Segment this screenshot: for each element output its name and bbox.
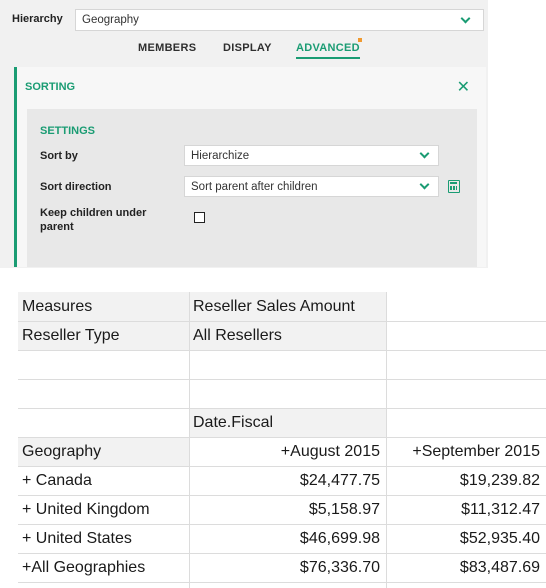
gridline	[386, 292, 387, 588]
column-header-cell[interactable]: +September 2015	[386, 437, 546, 466]
empty-cell[interactable]	[386, 408, 546, 437]
hierarchy-settings-panel: Hierarchy Geography MEMBERS DISPLAY ADVA…	[0, 0, 488, 268]
reseller-type-row: Reseller Type All Resellers	[18, 321, 546, 350]
tab-members[interactable]: MEMBERS	[138, 42, 196, 54]
settings-title: SETTINGS	[40, 125, 96, 137]
value-cell[interactable]: $83,487.69	[386, 553, 546, 582]
value-cell[interactable]: $46,699.98	[189, 524, 386, 553]
close-icon[interactable]: ✕	[457, 77, 470, 97]
gridline	[18, 582, 546, 583]
gridline	[18, 437, 546, 438]
value-cell[interactable]: $11,312.47	[386, 495, 546, 524]
change-indicator-dot	[358, 38, 362, 42]
chevron-down-icon	[419, 148, 430, 159]
hierarchy-select[interactable]: Geography	[75, 9, 484, 31]
empty-row	[18, 379, 546, 408]
empty-cell[interactable]	[386, 292, 546, 321]
measures-value-cell[interactable]: Reseller Sales Amount	[189, 292, 386, 321]
row-header-cell[interactable]: + United States	[18, 524, 189, 553]
value-cell[interactable]: $24,477.75	[189, 466, 386, 495]
row-header-cell[interactable]: + Canada	[18, 466, 189, 495]
gridline	[189, 292, 190, 588]
gridline	[18, 321, 546, 322]
empty-cell[interactable]	[189, 379, 386, 408]
empty-cell[interactable]	[386, 379, 546, 408]
calculator-icon[interactable]	[448, 180, 460, 193]
empty-cell[interactable]	[386, 321, 546, 350]
column-header-row: Geography +August 2015 +September 2015	[18, 437, 546, 466]
row-header-cell[interactable]: + United Kingdom	[18, 495, 189, 524]
table-row: + Canada $24,477.75 $19,239.82	[18, 466, 546, 495]
sort-direction-select[interactable]: Sort parent after children	[184, 176, 439, 197]
value-cell[interactable]: $52,935.40	[386, 524, 546, 553]
chevron-down-icon	[419, 179, 430, 190]
column-dimension-row: Date.Fiscal	[18, 408, 546, 437]
gridline	[18, 495, 546, 496]
gridline	[18, 553, 546, 554]
chevron-down-icon	[460, 13, 471, 24]
sort-by-select[interactable]: Hierarchize	[184, 145, 439, 166]
column-header-cell[interactable]: +August 2015	[189, 437, 386, 466]
reseller-type-value-cell[interactable]: All Resellers	[189, 321, 386, 350]
empty-cell[interactable]	[189, 350, 386, 379]
sorting-title: SORTING	[25, 81, 76, 93]
empty-row	[18, 350, 546, 379]
tab-display[interactable]: DISPLAY	[223, 42, 272, 54]
empty-cell[interactable]	[386, 350, 546, 379]
keep-children-label: Keep children under parent	[40, 207, 147, 233]
measures-row: Measures Reseller Sales Amount	[18, 292, 546, 321]
gridline	[18, 524, 546, 525]
table-row: + United States $46,699.98 $52,935.40	[18, 524, 546, 553]
gridline	[18, 379, 546, 380]
hierarchy-row: Hierarchy Geography	[8, 9, 484, 31]
sort-by-label: Sort by	[40, 150, 78, 162]
empty-cell[interactable]	[18, 379, 189, 408]
sort-direction-value: Sort parent after children	[191, 181, 318, 193]
hierarchy-label: Hierarchy	[12, 13, 63, 25]
sorting-section: SORTING ✕ SETTINGS Sort by Hierarchize S…	[14, 67, 486, 267]
gridline	[18, 350, 546, 351]
empty-cell[interactable]	[18, 408, 189, 437]
reseller-type-label-cell[interactable]: Reseller Type	[18, 321, 189, 350]
row-dimension-cell[interactable]: Geography	[18, 437, 189, 466]
sort-direction-label: Sort direction	[40, 181, 112, 193]
value-cell[interactable]: $19,239.82	[386, 466, 546, 495]
column-dimension-cell[interactable]: Date.Fiscal	[189, 408, 386, 437]
keep-children-checkbox[interactable]	[194, 212, 205, 223]
gridline	[18, 466, 546, 467]
value-cell[interactable]: $76,336.70	[189, 553, 386, 582]
gridline	[18, 408, 546, 409]
table-row: +All Geographies $76,336.70 $83,487.69	[18, 553, 546, 582]
measures-label-cell[interactable]: Measures	[18, 292, 189, 321]
table-row: + United Kingdom $5,158.97 $11,312.47	[18, 495, 546, 524]
empty-cell[interactable]	[18, 350, 189, 379]
row-header-cell[interactable]: +All Geographies	[18, 553, 189, 582]
sort-by-value: Hierarchize	[191, 150, 250, 162]
tab-advanced[interactable]: ADVANCED	[296, 42, 360, 59]
hierarchy-select-value: Geography	[82, 14, 139, 26]
tab-bar: MEMBERS DISPLAY ADVANCED	[0, 38, 488, 62]
sorting-settings: SETTINGS Sort by Hierarchize Sort direct…	[27, 109, 477, 267]
value-cell[interactable]: $5,158.97	[189, 495, 386, 524]
